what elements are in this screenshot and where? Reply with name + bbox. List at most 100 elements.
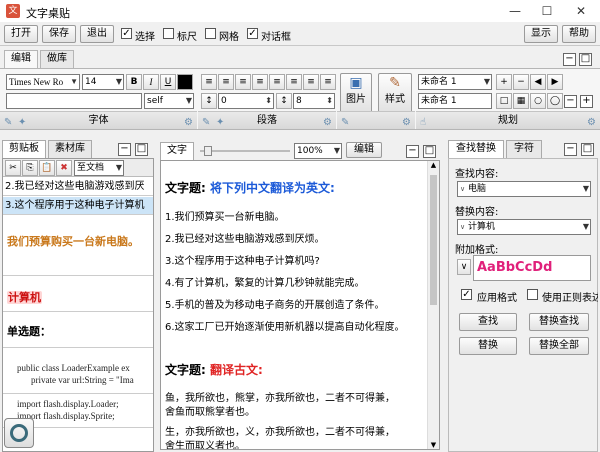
select-checkbox[interactable]: ✓ <box>121 28 132 39</box>
open-button[interactable]: 打开 <box>4 25 38 43</box>
prev-icon[interactable]: ◀ <box>530 74 546 90</box>
spacing-after-field[interactable]: 8 ⬍ <box>293 93 335 109</box>
style-button[interactable]: ✎ 样式 <box>378 73 412 113</box>
remove-icon[interactable]: − <box>513 74 529 90</box>
tab-material[interactable]: 素材库 <box>48 140 92 158</box>
scroll-up-icon[interactable]: ▲ <box>428 161 439 169</box>
spacing-before-field[interactable]: 0 ⬍ <box>218 93 274 109</box>
ruler-checkbox[interactable] <box>163 28 174 39</box>
right-close-icon[interactable]: □ <box>581 143 594 156</box>
grid-checkbox[interactable] <box>205 28 216 39</box>
to-doc-select[interactable]: 至文档 ▼ <box>74 160 124 176</box>
zoom-slider[interactable] <box>200 150 290 152</box>
settings-icon: ⚙ <box>184 117 193 128</box>
save-button[interactable]: 保存 <box>42 25 76 43</box>
tab-character[interactable]: 字符 <box>506 140 542 158</box>
list-item[interactable]: 2.我已经对这些电脑游戏感到厌 <box>3 178 153 196</box>
font-size-select[interactable]: 14 ▼ <box>82 74 124 90</box>
find-button[interactable]: 查找 <box>459 313 517 331</box>
bold-button[interactable]: B <box>126 74 142 90</box>
tab-library[interactable]: 做库 <box>40 50 74 68</box>
justify-icon[interactable]: ≡ <box>252 74 268 90</box>
right-minimize-icon[interactable]: − <box>564 143 577 156</box>
font-color-swatch[interactable] <box>177 74 193 90</box>
format-preview[interactable]: AaBbCcDd <box>473 255 591 281</box>
italic-button[interactable]: I <box>143 74 159 90</box>
underline-button[interactable]: U <box>160 74 176 90</box>
ribbon-close-icon[interactable]: □ <box>579 53 592 66</box>
stepper-icon[interactable]: ⬍ <box>265 94 272 108</box>
replace-label: 替换内容: <box>455 207 499 218</box>
style-select[interactable]: self ▼ <box>144 93 194 109</box>
right-tabs: 查找替换 字符 − □ <box>448 140 598 158</box>
tab-clipboard[interactable]: 剪贴板 <box>2 140 46 158</box>
left-minimize-icon[interactable]: − <box>118 143 131 156</box>
close-icon[interactable]: ✕ <box>564 0 598 22</box>
plan-minus-icon[interactable]: − <box>564 95 577 108</box>
group-picture-style: ✎ ⚙ <box>337 111 415 129</box>
cut-icon[interactable]: ✂ <box>5 160 21 176</box>
paste-icon[interactable]: 📋 <box>39 160 55 176</box>
zoom-slider-handle[interactable] <box>204 146 212 156</box>
tab-text[interactable]: 文字 <box>160 142 194 160</box>
align-left-icon[interactable]: ≡ <box>201 74 217 90</box>
table-icon[interactable]: ▦ <box>513 93 529 109</box>
center-close-icon[interactable]: □ <box>423 145 436 158</box>
find-input[interactable]: ∨ 电脑 ▼ <box>457 181 591 197</box>
preset-select[interactable]: 未命名 1 ▼ <box>418 74 492 90</box>
format-dropdown-icon[interactable]: ∨ <box>457 259 471 275</box>
align-center-icon[interactable]: ≡ <box>218 74 234 90</box>
help-button[interactable]: 帮助 <box>562 25 596 43</box>
add-icon[interactable]: + <box>496 74 512 90</box>
left-close-icon[interactable]: □ <box>135 143 148 156</box>
font-extra-field[interactable] <box>6 93 142 109</box>
list-item-selected[interactable]: 3.这个程序用于这种电子计算机 <box>3 197 153 215</box>
outdent-icon[interactable]: ≡ <box>303 74 319 90</box>
preset-name-field[interactable]: 未命名 1 <box>418 93 492 109</box>
picture-button[interactable]: ▣ 图片 <box>340 73 372 113</box>
tab-edit[interactable]: 编辑 <box>4 50 38 69</box>
delete-icon[interactable]: ✖ <box>56 160 72 176</box>
list-item[interactable]: 我们预算购买一台新电脑。 <box>7 233 139 249</box>
line-spacing-icon[interactable]: ≡ <box>320 74 336 90</box>
document-area[interactable]: ▲ ▼ 文字题: 将下列中文翻译为英文: 1.我们预算买一台新电脑。 2.我已经… <box>160 160 440 450</box>
stepper-icon[interactable]: ⬍ <box>326 94 333 108</box>
next-icon[interactable]: ▶ <box>547 74 563 90</box>
zoom-select[interactable]: 100% ▼ <box>294 143 342 159</box>
ribbon-minimize-icon[interactable]: − <box>563 53 576 66</box>
plan-plus-icon[interactable]: + <box>580 95 593 108</box>
ellipse-icon[interactable]: ○ <box>530 93 546 109</box>
scroll-down-icon[interactable]: ▼ <box>428 441 439 449</box>
font-name-select[interactable]: Times New Ro ▼ <box>6 74 80 90</box>
replace-all-button[interactable]: 替换全部 <box>529 337 589 355</box>
find-replace-button[interactable]: 替换查找 <box>529 313 589 331</box>
exit-button[interactable]: 退出 <box>80 25 114 43</box>
copy-icon[interactable]: ⎘ <box>22 160 38 176</box>
apply-format-checkbox[interactable]: ✓ <box>461 289 472 300</box>
window-title: 文字桌贴 <box>26 7 70 20</box>
show-button[interactable]: 显示 <box>524 25 558 43</box>
circle-icon[interactable]: ◯ <box>547 93 563 109</box>
minimize-icon[interactable]: — <box>498 0 532 22</box>
wand-icon: ✦ <box>18 117 27 128</box>
refresh-button[interactable] <box>4 418 34 448</box>
regex-checkbox[interactable] <box>527 289 538 300</box>
dialog-checkbox[interactable]: ✓ <box>247 28 258 39</box>
distribute-icon[interactable]: ≡ <box>269 74 285 90</box>
scrollbar[interactable]: ▲ ▼ <box>427 161 439 449</box>
chevron-down-icon: ▼ <box>333 146 340 155</box>
list-item-section[interactable]: 单选题： <box>7 323 51 339</box>
replace-input[interactable]: ∨ 计算机 ▼ <box>457 219 591 235</box>
edit-button[interactable]: 编辑 <box>346 142 382 158</box>
center-minimize-icon[interactable]: − <box>406 145 419 158</box>
align-right-icon[interactable]: ≡ <box>235 74 251 90</box>
rect-shape-icon[interactable]: □ <box>496 93 512 109</box>
group-paragraph: ✎ ✦ 段落 ⚙ <box>198 111 336 129</box>
scroll-thumb[interactable] <box>430 175 437 305</box>
doc-poem: 舍生而取义者也。 <box>165 441 245 450</box>
list-item[interactable]: 计算机 <box>7 289 42 305</box>
replace-button[interactable]: 替换 <box>459 337 517 355</box>
indent-icon[interactable]: ≡ <box>286 74 302 90</box>
maximize-icon[interactable]: ☐ <box>530 0 564 22</box>
tab-find-replace[interactable]: 查找替换 <box>448 140 504 158</box>
